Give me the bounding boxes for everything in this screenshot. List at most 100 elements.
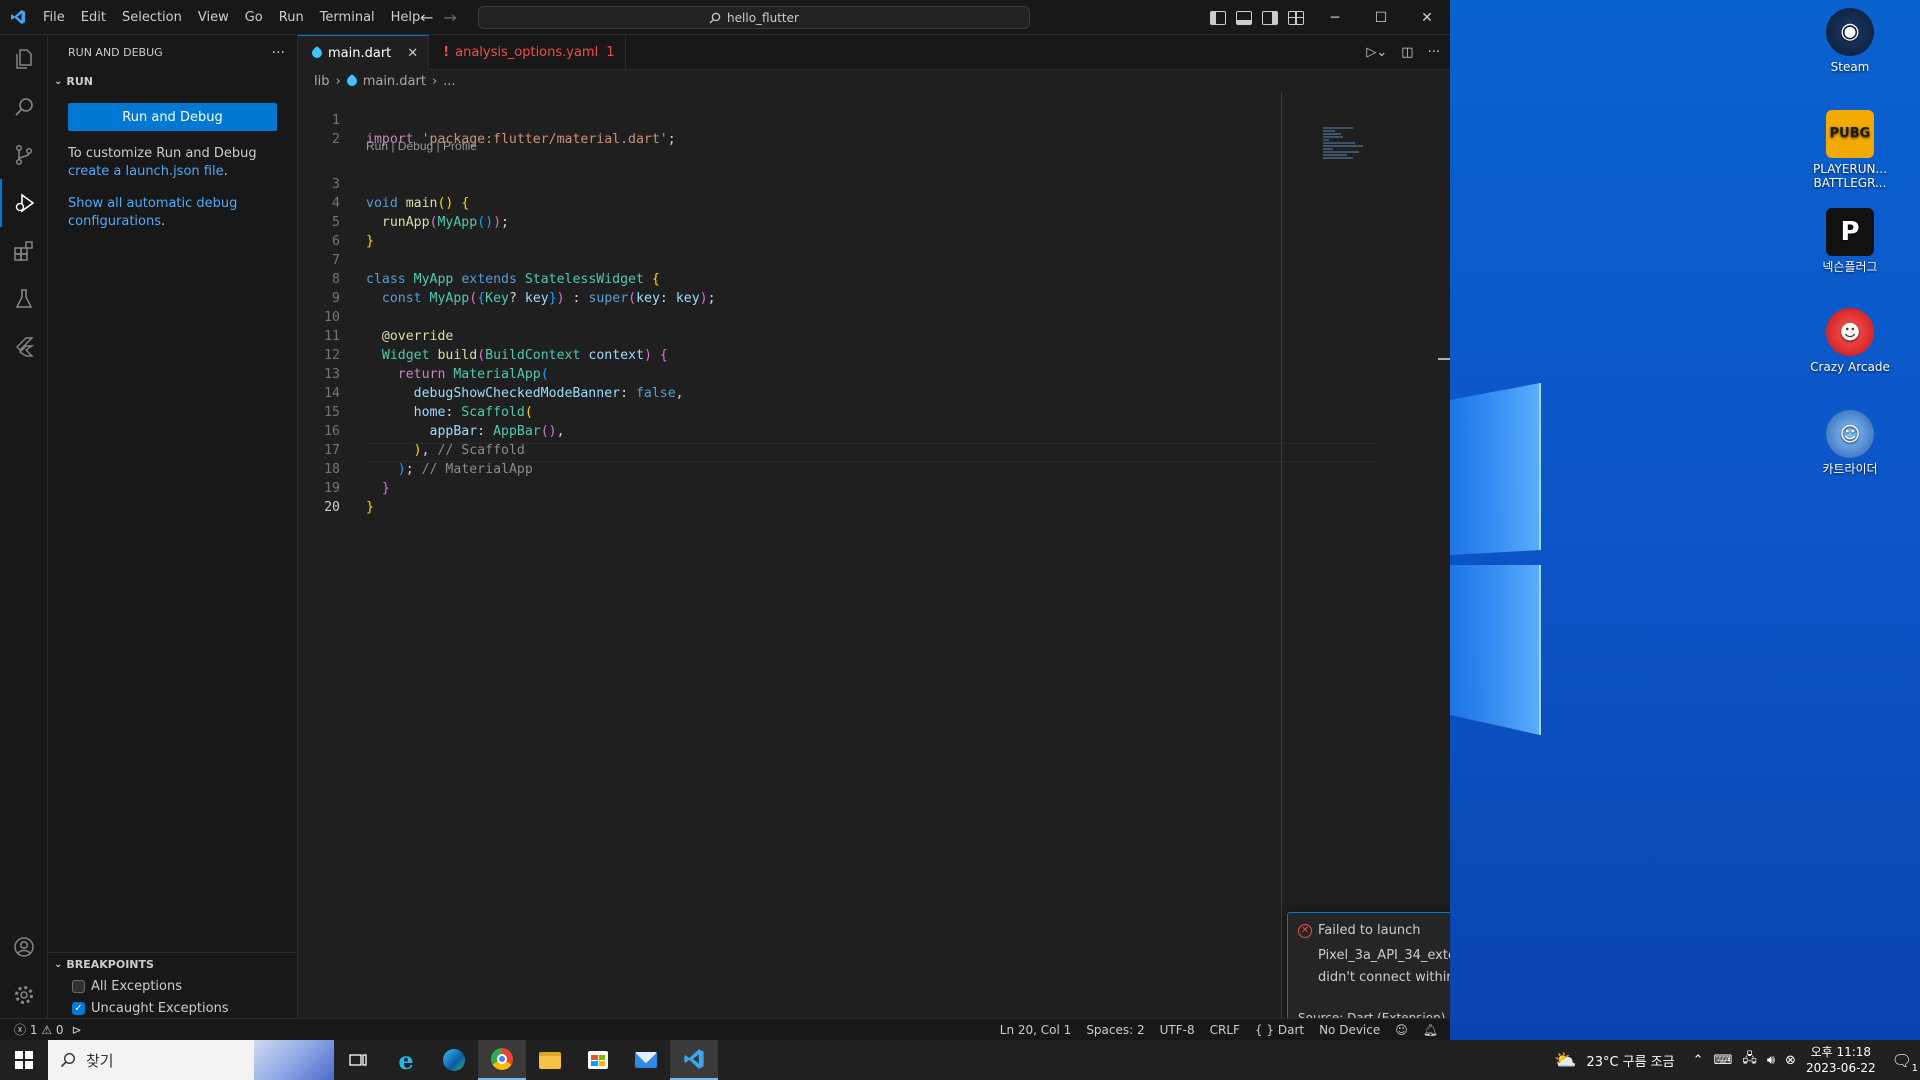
- breadcrumb-more[interactable]: ...: [443, 74, 455, 89]
- weather-text[interactable]: 23°C 구름 조금: [1586, 1051, 1674, 1070]
- end-of-line[interactable]: CRLF: [1210, 1023, 1240, 1037]
- desktop-icon-kartrider[interactable]: ☺ 카트라이더: [1805, 410, 1895, 476]
- code-line: 17 ); // MaterialApp: [298, 422, 533, 477]
- show-all-configurations-link[interactable]: Show all automatic debug configurations: [68, 196, 237, 229]
- run-debug-dropdown-icon[interactable]: ▷⌄: [1366, 45, 1387, 60]
- more-actions-icon[interactable]: ···: [272, 45, 285, 61]
- search-icon[interactable]: [0, 83, 48, 131]
- microsoft-store-icon[interactable]: [574, 1040, 622, 1080]
- breadcrumb-file[interactable]: main.dart: [363, 74, 426, 89]
- toggle-secondary-sidebar-icon[interactable]: [1262, 10, 1278, 25]
- code-token: build: [437, 348, 478, 363]
- run-and-debug-icon[interactable]: [0, 179, 48, 227]
- mail-icon[interactable]: [622, 1040, 670, 1080]
- windows-start-icon[interactable]: [0, 1040, 48, 1080]
- menu-go[interactable]: Go: [237, 0, 271, 35]
- settings-gear-icon[interactable]: [0, 971, 48, 1019]
- all-exceptions-checkbox[interactable]: [72, 979, 85, 993]
- window-controls: ─ ☐ ✕: [1312, 0, 1450, 35]
- language-mode[interactable]: { } Dart: [1255, 1023, 1304, 1037]
- run-and-debug-button[interactable]: Run and Debug: [68, 103, 277, 131]
- accounts-icon[interactable]: [0, 923, 48, 971]
- feedback-icon[interactable]: ☺: [1395, 1023, 1408, 1037]
- tab-label: analysis_options.yaml: [455, 45, 599, 60]
- uncaught-exceptions-checkbox[interactable]: ✓: [72, 1001, 85, 1015]
- desktop-icon-steam[interactable]: ◉ Steam: [1805, 8, 1895, 74]
- forward-arrow-icon[interactable]: →: [443, 8, 456, 27]
- tab-main-dart[interactable]: main.dart ✕: [298, 35, 430, 70]
- menu-view[interactable]: View: [190, 0, 237, 35]
- breakpoint-all-exceptions[interactable]: All Exceptions: [48, 975, 298, 997]
- menu-file[interactable]: File: [35, 0, 73, 35]
- taskbar-search[interactable]: 찾기: [48, 1040, 334, 1080]
- weather-cloud-sun-icon[interactable]: ⛅: [1554, 1050, 1576, 1071]
- sidebar-title: RUN AND DEBUG: [68, 46, 163, 59]
- volume-icon[interactable]: 🔊︎: [1767, 1053, 1775, 1068]
- ime-mode-icon[interactable]: ⊗: [1785, 1053, 1796, 1068]
- toggle-panel-icon[interactable]: [1236, 10, 1252, 25]
- desktop-icon-crazy-arcade[interactable]: ☻ Crazy Arcade: [1805, 308, 1895, 374]
- code-token: appBar: [429, 424, 478, 439]
- internet-explorer-icon[interactable]: e: [382, 1040, 430, 1080]
- code-line: 7 class MyApp extends StatelessWidget {: [298, 232, 660, 287]
- maximize-icon[interactable]: ☐: [1358, 0, 1404, 35]
- minimap[interactable]: [1323, 127, 1373, 167]
- cursor-position[interactable]: Ln 20, Col 1: [1000, 1023, 1072, 1037]
- debug-launch-icon[interactable]: ⊳: [72, 1023, 82, 1037]
- close-tab-icon[interactable]: ✕: [407, 46, 418, 61]
- command-center[interactable]: hello_flutter: [478, 6, 1030, 29]
- vscode-taskbar-icon[interactable]: [670, 1040, 718, 1080]
- flutter-icon[interactable]: [0, 323, 48, 371]
- breadcrumb-folder[interactable]: lib: [314, 74, 329, 89]
- task-view-icon[interactable]: [334, 1040, 382, 1080]
- back-arrow-icon[interactable]: ←: [420, 8, 433, 27]
- desktop-icon-pubg[interactable]: PUBG PLAYERUN... BATTLEGR...: [1805, 110, 1895, 190]
- tab-label: main.dart: [328, 45, 392, 61]
- edge-browser-icon[interactable]: [430, 1040, 478, 1080]
- run-section-header[interactable]: ⌄ RUN: [48, 70, 297, 92]
- more-actions-icon[interactable]: ···: [1428, 45, 1440, 60]
- network-icon[interactable]: 🖧︎: [1742, 1049, 1757, 1071]
- show-all-suffix: .: [161, 214, 166, 229]
- close-window-icon[interactable]: ✕: [1404, 0, 1450, 35]
- codelens-run-debug-profile[interactable]: Run | Debug | Profile: [366, 137, 477, 156]
- windows-logo-wallpaper-icon: [1450, 383, 1541, 735]
- toggle-primary-sidebar-icon[interactable]: [1210, 10, 1226, 25]
- device-selector[interactable]: No Device: [1319, 1023, 1380, 1037]
- chevron-down-icon: ⌄: [54, 958, 63, 970]
- create-launch-json-link[interactable]: create a launch.json file: [68, 164, 224, 179]
- taskbar: 찾기 e ⛅ 23°C 구름 조금 ⌃ ⌨ 🖧︎ 🔊︎ ⊗ 오후 11:18 2…: [0, 1040, 1920, 1080]
- input-method-icon[interactable]: ⌨: [1714, 1053, 1733, 1068]
- file-explorer-icon[interactable]: [526, 1040, 574, 1080]
- testing-icon[interactable]: [0, 275, 48, 323]
- breakpoints-header[interactable]: ⌄ BREAKPOINTS: [48, 953, 298, 975]
- clock[interactable]: 오후 11:18 2023-06-22: [1806, 1044, 1876, 1076]
- chevron-up-icon[interactable]: ⌃: [1693, 1053, 1704, 1068]
- extensions-icon[interactable]: [0, 227, 48, 275]
- explorer-icon[interactable]: [0, 35, 48, 83]
- bell-icon[interactable]: 🔔︎: [1423, 1023, 1438, 1037]
- desktop-icon-label: 넥슨플러그: [1822, 260, 1878, 274]
- problems-indicator[interactable]: ⓧ 1 ⚠ 0: [14, 1021, 64, 1038]
- code-line: 9: [298, 270, 362, 306]
- customize-layout-icon[interactable]: [1288, 10, 1304, 25]
- code-line: 10 @override: [298, 289, 453, 344]
- tab-analysis-options[interactable]: ! analysis_options.yaml 1: [429, 35, 626, 70]
- chrome-browser-icon[interactable]: [478, 1040, 526, 1080]
- menu-terminal[interactable]: Terminal: [312, 0, 383, 35]
- file-encoding[interactable]: UTF-8: [1160, 1023, 1195, 1037]
- indentation[interactable]: Spaces: 2: [1086, 1023, 1144, 1037]
- menu-run[interactable]: Run: [271, 0, 312, 35]
- source-control-icon[interactable]: [0, 131, 48, 179]
- code-token: StatelessWidget: [524, 272, 644, 287]
- action-center-icon[interactable]: 🗨︎ 1: [1892, 1051, 1918, 1074]
- minimize-icon[interactable]: ─: [1312, 0, 1358, 35]
- menu-edit[interactable]: Edit: [73, 0, 114, 35]
- menu-selection[interactable]: Selection: [114, 0, 190, 35]
- desktop-icon-nexon-plug[interactable]: P 넥슨플러그: [1805, 208, 1895, 274]
- code-line: 4 runApp(MyApp());: [298, 175, 509, 230]
- split-editor-icon[interactable]: ◫: [1401, 45, 1413, 60]
- breakpoint-uncaught-exceptions[interactable]: ✓ Uncaught Exceptions: [48, 997, 298, 1019]
- notification-header: ✕ Failed to launch: [1298, 923, 1420, 938]
- crazy-arcade-icon: ☻: [1826, 308, 1874, 356]
